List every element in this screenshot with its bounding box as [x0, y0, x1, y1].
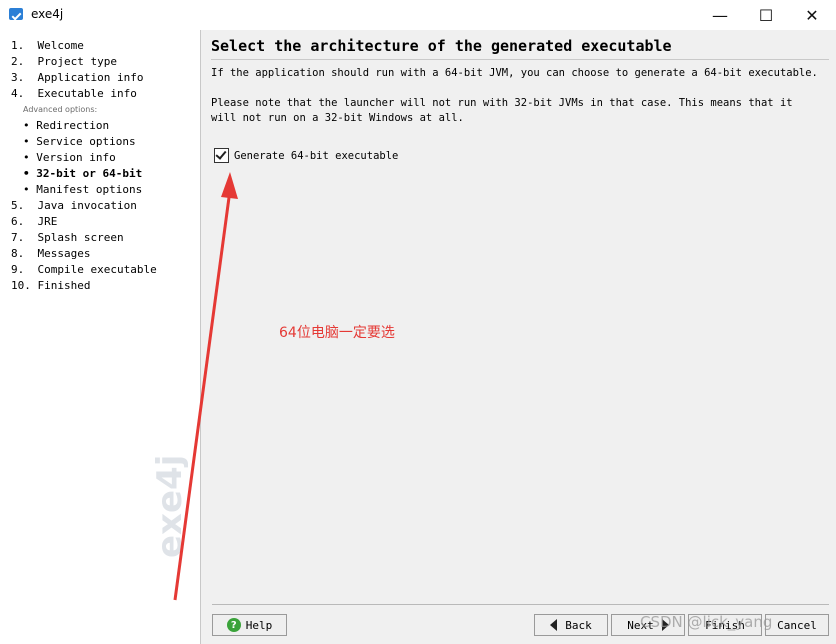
watermark: CSDN @lick_yang — [640, 613, 773, 631]
help-icon: ? — [226, 618, 241, 632]
button-divider — [212, 604, 829, 605]
annotation-arrow — [173, 172, 238, 601]
cancel-button-label: Cancel — [777, 618, 817, 632]
back-button-label: Back — [565, 618, 592, 632]
back-button[interactable]: Back — [534, 614, 608, 636]
help-button-label: Help — [245, 618, 273, 632]
help-button[interactable]: ? Help — [212, 614, 287, 636]
back-arrow-icon — [550, 619, 558, 631]
cancel-button[interactable]: Cancel — [765, 614, 829, 636]
